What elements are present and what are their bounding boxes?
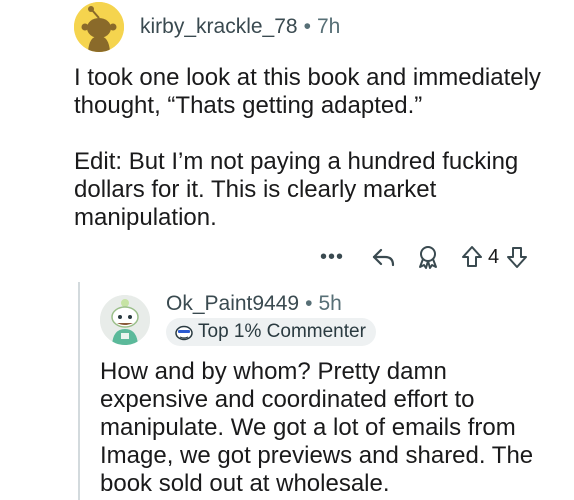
snoo-avatar-icon (100, 295, 150, 345)
downvote-button[interactable] (503, 244, 531, 270)
upvote-arrow-icon (462, 246, 482, 267)
vote-count: 4 (488, 245, 500, 268)
award-icon (419, 246, 437, 269)
comment-body: I took one look at this book and immedia… (74, 64, 564, 260)
reply-comment-text: How and by whom? Pretty damn expensive a… (100, 358, 534, 497)
comment-time: 7h (316, 15, 341, 38)
meta-separator: • (305, 292, 313, 315)
thread-line[interactable] (78, 282, 80, 500)
comment-actions: ••• 4 (320, 242, 531, 272)
reply-comment-meta: Ok_Paint9449 • 5h (166, 292, 342, 316)
comment-meta: kirby_krackle_78 • 7h (140, 15, 340, 39)
comment-paragraph: I took one look at this book and immedia… (74, 64, 541, 119)
reply-comment-body: How and by whom? Pretty damn expensive a… (100, 358, 540, 498)
comment-paragraph: Edit: But I’m not paying a hundred fucki… (74, 148, 519, 231)
snoo-avatar-icon (74, 2, 124, 52)
reply-comment-author[interactable]: Ok_Paint9449 (166, 292, 299, 315)
reply-button[interactable] (370, 245, 398, 269)
upvote-button[interactable] (458, 244, 486, 270)
badge-label: Top 1% Commenter (198, 321, 366, 342)
reply-user-avatar[interactable] (100, 295, 150, 345)
comment-author[interactable]: kirby_krackle_78 (140, 15, 298, 38)
award-button[interactable] (414, 244, 442, 270)
more-options-button[interactable]: ••• (320, 246, 344, 269)
reply-comment-time: 5h (318, 292, 342, 315)
meta-separator: • (303, 15, 311, 38)
reply-icon (372, 248, 395, 267)
user-flair-badge: Top 1% Commenter (166, 318, 376, 346)
commenter-badge-icon (174, 323, 194, 341)
user-avatar[interactable] (74, 2, 124, 52)
downvote-arrow-icon (507, 247, 528, 268)
